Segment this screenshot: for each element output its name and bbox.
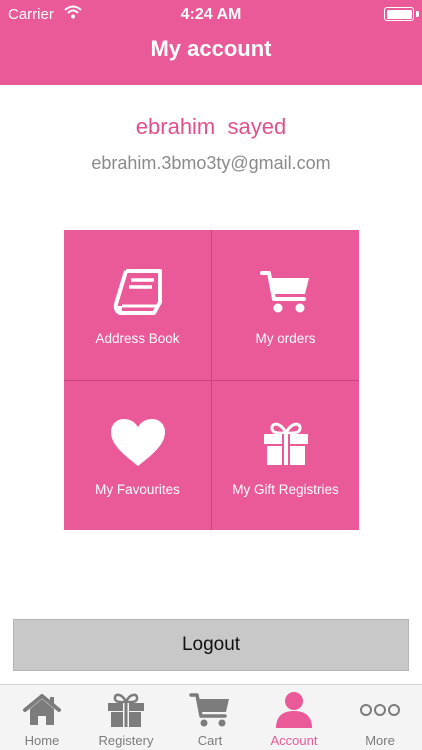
tab-home-label: Home [24,733,60,748]
my-favourites-tile[interactable]: My Favourites [64,380,211,530]
tab-cart-label: Cart [197,733,223,748]
home-icon [0,691,84,729]
my-orders-tile[interactable]: My orders [211,230,359,380]
account-menu-grid: Address Book My orders My Favourites My … [64,230,359,530]
logout-button[interactable]: Logout [13,619,409,671]
battery-level [386,9,412,19]
battery-tip [416,11,419,17]
my-gift-registries-tile[interactable]: My Gift Registries [211,380,359,530]
more-icon [338,691,422,729]
tab-more[interactable]: More [338,685,422,750]
tab-registery[interactable]: Registery [84,685,168,750]
address-book-tile[interactable]: Address Book [64,230,211,380]
my-favourites-label: My Favourites [95,482,180,497]
heart-icon [64,417,211,469]
person-icon [252,691,336,729]
address-book-icon [64,266,211,318]
user-email: ebrahim.3bmo3ty@gmail.com [91,153,331,173]
user-name: ebrahim sayed [135,114,287,139]
tab-account[interactable]: Account [252,685,336,750]
tab-more-label: More [365,733,395,748]
tab-home[interactable]: Home [0,685,84,750]
tab-bar: Home Registery Cart Account More [0,684,422,750]
gift-icon [212,417,359,469]
gift-icon [84,691,168,729]
tab-registery-label: Registery [98,733,154,748]
cart-icon [168,691,252,729]
my-orders-label: My orders [255,331,316,346]
status-time: 4:24 AM [180,6,242,23]
header: Carrier 4:24 AM My account [0,0,422,85]
status-bar: Carrier 4:24 AM [0,0,422,30]
tab-account-label: Account [270,733,318,748]
address-book-label: Address Book [95,331,180,346]
battery-icon [384,7,414,21]
tab-cart[interactable]: Cart [168,685,252,750]
my-gift-registries-label: My Gift Registries [232,482,339,497]
cart-icon [212,266,359,318]
page-title: My account [150,36,272,61]
